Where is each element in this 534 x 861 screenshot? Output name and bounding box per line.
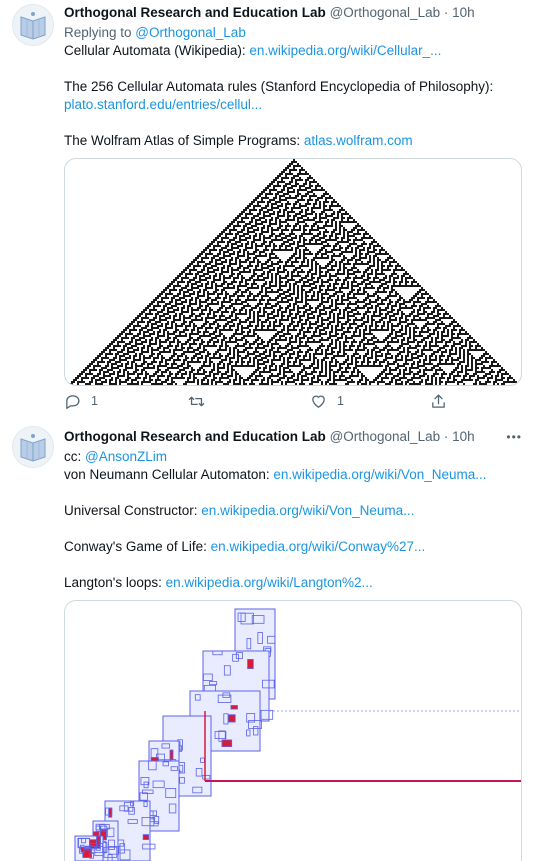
tweet[interactable]: ••• Orthogonal Research and Education La…: [0, 418, 534, 861]
tweet-body: Cellular Automata (Wikipedia): en.wikipe…: [64, 42, 522, 150]
media-image-constructor[interactable]: [64, 600, 522, 861]
author-name[interactable]: Orthogonal Research and Education Lab: [64, 5, 326, 20]
tweet-header: Orthogonal Research and Education Lab @O…: [64, 428, 522, 448]
body-text: The Wolfram Atlas of Simple Programs:: [64, 133, 304, 148]
body-link[interactable]: en.wikipedia.org/wiki/Von_Neuma...: [201, 503, 414, 518]
lab-logo-icon: [20, 12, 46, 40]
like-button[interactable]: 1: [310, 390, 344, 412]
body-line: The 256 Cellular Automata rules (Stanfor…: [64, 78, 522, 96]
body-line: Langton's loops: en.wikipedia.org/wiki/L…: [64, 574, 522, 592]
timestamp[interactable]: 10h: [452, 429, 475, 444]
timestamp[interactable]: 10h: [452, 5, 475, 20]
author-name[interactable]: Orthogonal Research and Education Lab: [64, 429, 326, 444]
body-text: Langton's loops:: [64, 575, 166, 590]
cc-line: cc: @AnsonZLim: [64, 448, 522, 466]
author-handle[interactable]: @Orthogonal_Lab: [330, 5, 441, 20]
body-line: Universal Constructor: en.wikipedia.org/…: [64, 502, 522, 520]
reply-button[interactable]: 1: [64, 390, 98, 412]
body-link[interactable]: en.wikipedia.org/wiki/Von_Neuma...: [273, 467, 486, 482]
reply-context: Replying to @Orthogonal_Lab: [64, 24, 522, 42]
share-button[interactable]: [430, 390, 457, 412]
body-line: von Neumann Cellular Automaton: en.wikip…: [64, 466, 522, 484]
body-line: Conway's Game of Life: en.wikipedia.org/…: [64, 538, 522, 556]
body-link[interactable]: atlas.wolfram.com: [304, 133, 413, 148]
reply-icon: [66, 394, 80, 409]
cellular-automaton-image: [67, 159, 521, 385]
tweet-header: Orthogonal Research and Education Lab @O…: [64, 4, 522, 24]
tweet[interactable]: Orthogonal Research and Education Lab @O…: [0, 0, 534, 418]
share-icon: [432, 393, 445, 408]
avatar[interactable]: [12, 4, 54, 46]
reply-prefix: Replying to: [64, 25, 136, 40]
lab-logo-icon: [20, 434, 46, 462]
heart-icon: [312, 395, 325, 408]
reply-handle-link[interactable]: @Orthogonal_Lab: [135, 25, 246, 40]
body-link[interactable]: plato.stanford.edu/entries/cellul...: [64, 97, 262, 112]
reply-count: 1: [91, 394, 98, 408]
tweet-body: von Neumann Cellular Automaton: en.wikip…: [64, 466, 522, 592]
retweet-icon: [188, 396, 205, 406]
separator-dot: ·: [443, 429, 449, 444]
body-link[interactable]: en.wikipedia.org/wiki/Langton%2...: [166, 575, 373, 590]
retweet-button[interactable]: [188, 390, 215, 412]
body-line: Cellular Automata (Wikipedia): en.wikipe…: [64, 42, 522, 60]
body-text: Cellular Automata (Wikipedia):: [64, 43, 250, 58]
body-text: The 256 Cellular Automata rules (Stanfor…: [64, 79, 494, 94]
body-link[interactable]: en.wikipedia.org/wiki/Conway%27...: [211, 539, 426, 554]
body-text: von Neumann Cellular Automaton:: [64, 467, 274, 482]
media-image-rule30[interactable]: [64, 158, 522, 386]
universal-constructor-image: [74, 608, 521, 861]
avatar[interactable]: [12, 426, 54, 468]
action-bar: 1 1: [64, 390, 454, 412]
separator-dot: ·: [443, 5, 449, 20]
body-text: Conway's Game of Life:: [64, 539, 211, 554]
body-text: Universal Constructor:: [64, 503, 202, 518]
author-handle[interactable]: @Orthogonal_Lab: [330, 429, 441, 444]
body-line: plato.stanford.edu/entries/cellul...: [64, 96, 522, 114]
body-line: The Wolfram Atlas of Simple Programs: at…: [64, 132, 522, 150]
body-link[interactable]: en.wikipedia.org/wiki/Cellular_...: [249, 43, 441, 58]
cc-handle-link[interactable]: @AnsonZLim: [85, 449, 167, 464]
like-count: 1: [337, 394, 344, 408]
cc-prefix: cc:: [64, 449, 86, 464]
